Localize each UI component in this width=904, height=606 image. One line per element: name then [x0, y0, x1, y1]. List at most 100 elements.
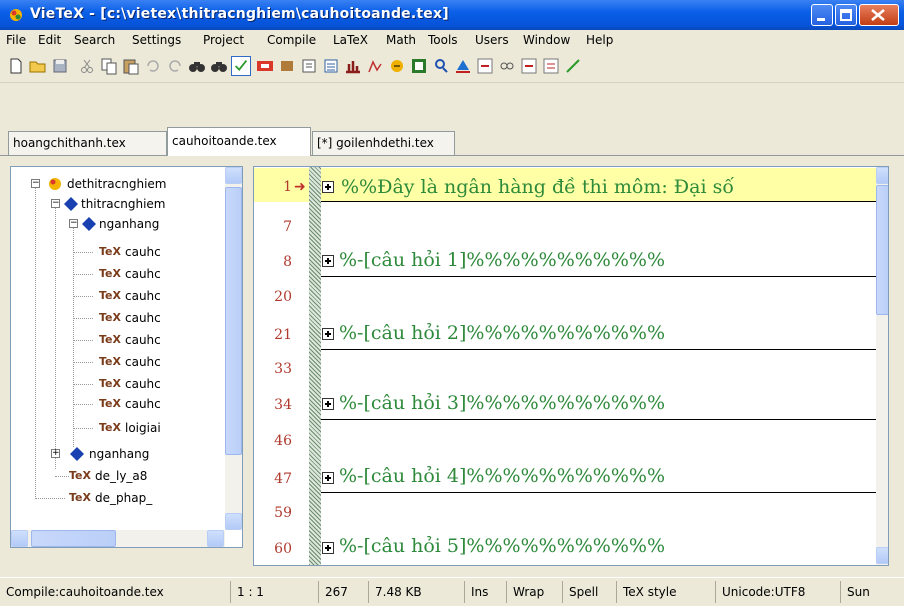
scroll-thumb[interactable]: [225, 187, 242, 455]
scroll-up-button[interactable]: [876, 167, 888, 184]
tex-file-icon: TeX: [99, 397, 121, 410]
redo-icon[interactable]: [165, 56, 185, 76]
structure-icon[interactable]: [343, 56, 363, 76]
tree-file[interactable]: TeX cauhc: [11, 287, 225, 307]
tree-file[interactable]: TeX cauhc: [11, 375, 225, 395]
tab-goilenhdethi[interactable]: [*] goilenhdethi.tex: [312, 131, 455, 155]
scroll-thumb[interactable]: [31, 530, 116, 547]
current-line-arrow-icon: ➜: [294, 179, 306, 195]
menu-users[interactable]: Users: [475, 33, 509, 47]
tab-cauhoitoande[interactable]: cauhoitoande.tex: [167, 127, 311, 156]
fold-margin[interactable]: [309, 167, 321, 565]
tree-vertical-scrollbar[interactable]: [225, 167, 242, 530]
paste-icon[interactable]: [121, 56, 141, 76]
status-spell[interactable]: Spell: [562, 581, 612, 603]
search-person-icon[interactable]: [431, 56, 451, 76]
scroll-thumb[interactable]: [876, 185, 888, 315]
line-number: 47: [274, 471, 292, 487]
tex-file-icon: TeX: [99, 355, 121, 368]
code-line: %-[câu hỏi 5]%%%%%%%%%%%: [339, 535, 666, 557]
line-number: 34: [274, 397, 292, 413]
dvi-ps-icon[interactable]: [475, 56, 495, 76]
minimize-button[interactable]: [811, 4, 833, 26]
line-number: 20: [274, 289, 292, 305]
menu-latex[interactable]: LaTeX: [333, 33, 368, 47]
collapse-icon[interactable]: −: [51, 199, 60, 208]
fold-toggle-icon[interactable]: [322, 328, 334, 340]
fold-toggle-icon[interactable]: [322, 398, 334, 410]
tree-file[interactable]: TeX de_phap_: [11, 489, 225, 509]
tree-item-thitracnghiem[interactable]: − thitracnghiem: [11, 195, 225, 215]
scroll-up-button[interactable]: [225, 167, 242, 184]
tree-file[interactable]: TeX cauhc: [11, 353, 225, 373]
code-line: %-[câu hỏi 4]%%%%%%%%%%%: [339, 465, 666, 487]
matrix-icon[interactable]: [409, 56, 429, 76]
collapse-icon[interactable]: −: [31, 179, 40, 188]
status-insert-mode[interactable]: Ins: [464, 581, 506, 603]
menu-settings[interactable]: Settings: [132, 33, 181, 47]
fold-toggle-icon[interactable]: [322, 181, 334, 193]
expand-icon[interactable]: +: [51, 449, 60, 458]
status-style[interactable]: TeX style: [616, 581, 711, 603]
ps-pdf-icon[interactable]: [519, 56, 539, 76]
tree-file[interactable]: TeX cauhc: [11, 395, 225, 415]
pdf-icon[interactable]: [541, 56, 561, 76]
copy-icon[interactable]: [99, 56, 119, 76]
scroll-left-button[interactable]: [11, 530, 28, 547]
settings-icon[interactable]: [299, 56, 319, 76]
maximize-button[interactable]: [835, 4, 857, 26]
tree-file[interactable]: TeX cauhc: [11, 265, 225, 285]
menu-compile[interactable]: Compile: [267, 33, 316, 47]
menu-math[interactable]: Math: [386, 33, 416, 47]
tree-file[interactable]: TeX cauhc: [11, 331, 225, 351]
tree-horizontal-scrollbar[interactable]: [11, 530, 225, 547]
window-title: VieTeX - [c:\vietex\thitracnghiem\cauhoi…: [30, 6, 449, 22]
chart-icon[interactable]: [365, 56, 385, 76]
menu-help[interactable]: Help: [586, 33, 613, 47]
find-icon[interactable]: [187, 56, 207, 76]
status-file-size: 7.48 KB: [368, 581, 459, 603]
menu-tools[interactable]: Tools: [428, 33, 458, 47]
scroll-down-button[interactable]: [876, 547, 888, 564]
code-line: %%Đây là ngân hàng đề thi môm: Đại số: [341, 176, 734, 198]
open-folder-icon[interactable]: [28, 56, 48, 76]
puzzle-icon[interactable]: [387, 56, 407, 76]
tree-file[interactable]: TeX cauhc: [11, 243, 225, 263]
draw-icon[interactable]: [563, 56, 583, 76]
menu-search[interactable]: Search: [74, 33, 115, 47]
triangle-icon[interactable]: [453, 56, 473, 76]
menu-window[interactable]: Window: [523, 33, 570, 47]
status-encoding[interactable]: Unicode:UTF8: [715, 581, 835, 603]
list-icon[interactable]: [321, 56, 341, 76]
menu-project[interactable]: Project: [203, 33, 244, 47]
scroll-right-button[interactable]: [207, 530, 224, 547]
view-icon[interactable]: [497, 56, 517, 76]
fold-toggle-icon[interactable]: [322, 255, 334, 267]
find-next-icon[interactable]: [209, 56, 229, 76]
tree-file-loigiai[interactable]: TeX loigiai: [11, 419, 225, 439]
tree-file[interactable]: TeX de_ly_a8: [11, 467, 225, 487]
code-line: %-[câu hỏi 1]%%%%%%%%%%%: [339, 249, 666, 271]
close-button[interactable]: [859, 4, 899, 26]
spellcheck-icon[interactable]: [231, 56, 251, 76]
tree-item-nganhang[interactable]: − nganhang: [11, 215, 225, 235]
highlight-icon[interactable]: [255, 56, 275, 76]
fold-toggle-icon[interactable]: [322, 472, 334, 484]
collapse-icon[interactable]: −: [69, 219, 78, 228]
menu-edit[interactable]: Edit: [38, 33, 61, 47]
menu-file[interactable]: File: [6, 33, 26, 47]
tree-item-root[interactable]: − dethitracnghiem: [11, 175, 225, 195]
tab-hoangchithanh[interactable]: hoangchithanh.tex: [8, 131, 167, 155]
cut-icon[interactable]: [77, 56, 97, 76]
tree-item-nganhang-2[interactable]: + nganhang: [11, 445, 225, 465]
code-editor[interactable]: 1 ➜ %%Đây là ngân hàng đề thi môm: Đại s…: [253, 166, 889, 566]
save-icon[interactable]: [50, 56, 70, 76]
status-wrap[interactable]: Wrap: [506, 581, 562, 603]
book-icon[interactable]: [277, 56, 297, 76]
scroll-down-button[interactable]: [225, 513, 242, 530]
new-file-icon[interactable]: [6, 56, 26, 76]
undo-icon[interactable]: [143, 56, 163, 76]
editor-vertical-scrollbar[interactable]: [876, 167, 888, 565]
tree-file[interactable]: TeX cauhc: [11, 309, 225, 329]
fold-toggle-icon[interactable]: [322, 542, 334, 554]
